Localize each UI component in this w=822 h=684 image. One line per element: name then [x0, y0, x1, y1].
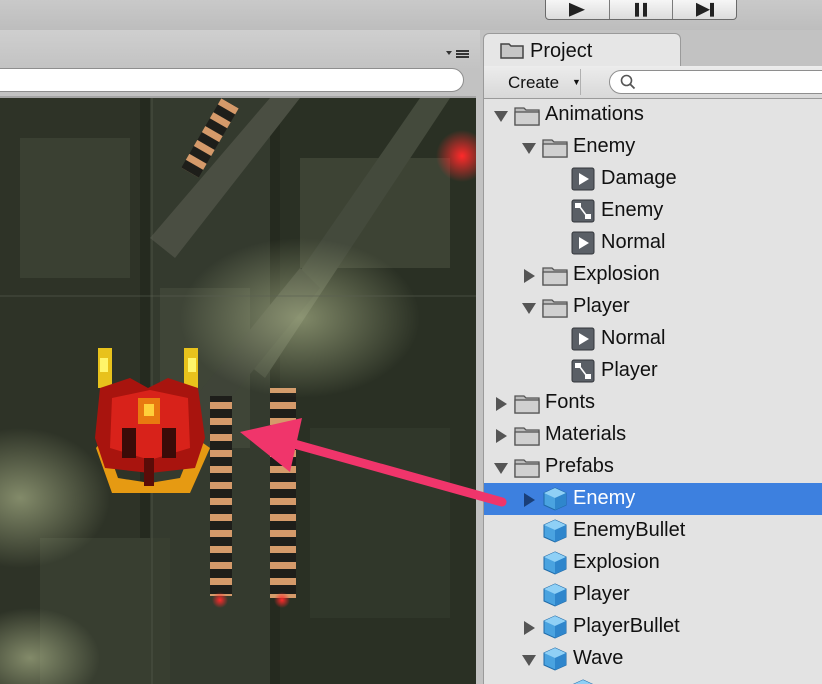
project-toolbar: Create ▼: [484, 66, 822, 99]
tree-row[interactable]: Explosion: [484, 259, 822, 291]
tree-row[interactable]: Materials: [484, 419, 822, 451]
expand-arrow-icon[interactable]: [522, 653, 536, 667]
folder-icon: [514, 103, 540, 127]
tree-row-label: Explosion: [573, 551, 660, 573]
tree-row-label: Normal: [601, 231, 666, 253]
expand-arrow-icon[interactable]: [494, 461, 508, 475]
folder-icon: [500, 43, 524, 59]
project-tree: Animations Enemy Damage Enemy Normal Explosio…: [484, 99, 822, 684]
expand-arrow-icon[interactable]: [522, 301, 536, 315]
tree-row[interactable]: Player: [484, 579, 822, 611]
tree-row[interactable]: Player: [484, 291, 822, 323]
dropdown-arrow-icon: ▼: [572, 77, 581, 87]
tree-row-label: PlayerBullet: [573, 615, 680, 637]
folder-icon: [542, 295, 568, 319]
tree-row[interactable]: Normal: [484, 227, 822, 259]
prefab-icon: [542, 487, 568, 511]
collapse-arrow-icon[interactable]: [522, 269, 536, 283]
panel-menu-icon[interactable]: [446, 48, 470, 60]
tree-row-label: Fonts: [545, 391, 596, 413]
tree-row[interactable]: Enemy: [484, 195, 822, 227]
tree-row-label: Explosion: [573, 263, 660, 285]
prefab-icon: [542, 551, 568, 575]
tree-row[interactable]: Fonts: [484, 387, 822, 419]
pause-button[interactable]: [610, 0, 674, 19]
animation-clip-icon: [570, 231, 596, 255]
tree-row[interactable]: EnemyBullet: [484, 515, 822, 547]
tree-row-label: EnemyBullet: [573, 519, 686, 541]
scene-view[interactable]: [0, 98, 476, 684]
tree-row-label: Animations: [545, 103, 644, 125]
tree-row[interactable]: Enemy: [484, 483, 822, 515]
tree-row[interactable]: Animations: [484, 99, 822, 131]
project-search-input[interactable]: [609, 70, 822, 94]
tree-row-label: Normal: [601, 327, 666, 349]
tree-row[interactable]: Wave: [484, 643, 822, 675]
scene-view-header: [0, 30, 480, 70]
tree-row[interactable]: [484, 675, 822, 684]
tree-row-label: Damage: [601, 167, 677, 189]
tree-row-label: Wave: [573, 647, 624, 669]
search-icon: [620, 74, 636, 90]
animation-clip-icon: [570, 327, 596, 351]
tree-row-label: Enemy: [573, 135, 636, 157]
prefab-icon: [542, 519, 568, 543]
folder-icon: [542, 135, 568, 159]
tab-project-label: Project: [530, 40, 593, 62]
tree-row[interactable]: PlayerBullet: [484, 611, 822, 643]
prefab-icon: [542, 647, 568, 671]
collapse-arrow-icon[interactable]: [494, 397, 508, 411]
main-toolbar: [0, 0, 822, 30]
prefab-icon: [570, 679, 596, 684]
tree-row[interactable]: Explosion: [484, 547, 822, 579]
tree-row-label: Materials: [545, 423, 627, 445]
create-button[interactable]: Create ▼: [496, 69, 581, 95]
scene-search-field[interactable]: [0, 68, 464, 92]
tree-row-label: Prefabs: [545, 455, 614, 477]
animator-controller-icon: [570, 359, 596, 383]
tree-row[interactable]: Player: [484, 355, 822, 387]
step-button[interactable]: [673, 0, 736, 19]
tree-row-label: Player: [573, 583, 630, 605]
folder-icon: [514, 391, 540, 415]
collapse-arrow-icon[interactable]: [494, 429, 508, 443]
tree-row-label: Enemy: [601, 199, 664, 221]
tree-row[interactable]: Normal: [484, 323, 822, 355]
animator-controller-icon: [570, 199, 596, 223]
prefab-icon: [542, 615, 568, 639]
folder-icon: [514, 455, 540, 479]
step-icon: [695, 2, 714, 17]
prefab-icon: [542, 583, 568, 607]
collapse-arrow-icon[interactable]: [522, 621, 536, 635]
project-panel: Create ▼ Animations Enemy Damage Enemy Norma…: [483, 66, 822, 684]
play-icon: [569, 2, 586, 17]
tree-row[interactable]: Damage: [484, 163, 822, 195]
scene-background: [0, 98, 476, 684]
pause-icon: [635, 2, 647, 17]
collapse-arrow-icon[interactable]: [522, 493, 536, 507]
tree-row[interactable]: Prefabs: [484, 451, 822, 483]
expand-arrow-icon[interactable]: [494, 109, 508, 123]
play-button[interactable]: [546, 0, 610, 19]
tree-row-label: Player: [601, 359, 658, 381]
playback-controls: [545, 0, 737, 20]
folder-icon: [542, 263, 568, 287]
animation-clip-icon: [570, 167, 596, 191]
tree-row-label: Player: [573, 295, 630, 317]
tab-project[interactable]: Project: [483, 33, 681, 68]
create-button-label: Create: [508, 73, 560, 92]
tree-row-label: Enemy: [573, 487, 636, 509]
folder-icon: [514, 423, 540, 447]
tree-row[interactable]: Enemy: [484, 131, 822, 163]
expand-arrow-icon[interactable]: [522, 141, 536, 155]
